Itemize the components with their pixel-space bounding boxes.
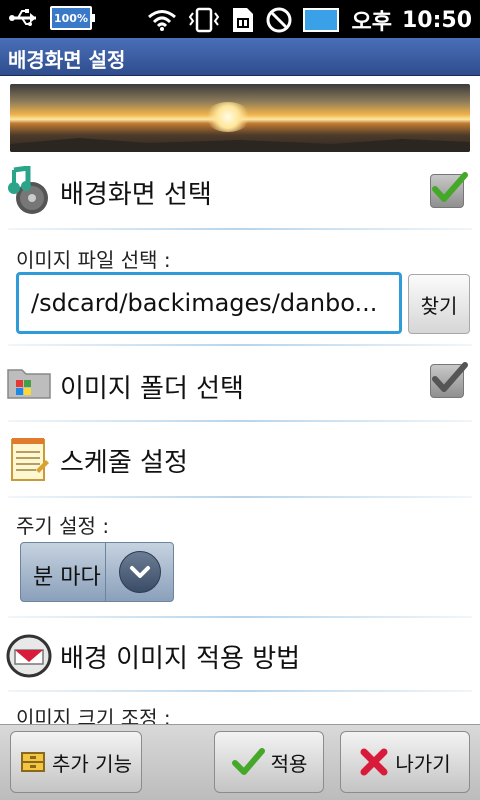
battery-icon <box>303 7 341 33</box>
divider <box>8 690 472 692</box>
image-resize-label: 이미지 크기 조정 : <box>16 706 171 724</box>
image-folder-select-checkbox[interactable] <box>430 362 468 398</box>
title-bar: 배경화면 설정 <box>0 38 480 76</box>
battery-label: 100% <box>54 11 88 25</box>
settings-list[interactable]: 배경화면 선택 이미지 파일 선택 : /sdcard/backimages/d… <box>0 76 480 724</box>
status-bar: 100% 오후 10:50 <box>0 0 480 38</box>
usb-icon <box>8 7 42 29</box>
divider <box>8 420 472 422</box>
image-folder-select-label: 이미지 폴더 선택 <box>60 374 244 404</box>
vibrate-icon <box>187 7 221 33</box>
exit-button[interactable]: 나가기 <box>340 731 470 793</box>
clock: 10:50 <box>401 7 472 33</box>
interval-label: 주기 설정 : <box>16 514 110 538</box>
divider <box>8 496 472 498</box>
ampm-label: 오후 <box>351 10 392 35</box>
bottom-action-bar: 추가 기능 적용 나가기 <box>0 724 480 800</box>
image-folder-select-row[interactable]: 이미지 폴더 선택 <box>0 352 480 416</box>
more-features-button[interactable]: 추가 기능 <box>10 731 142 793</box>
apply-method-label: 배경 이미지 적용 방법 <box>60 644 301 674</box>
interval-spinner[interactable]: 분 마다 <box>20 542 174 602</box>
apply-label: 적용 <box>270 751 308 776</box>
divider <box>8 344 472 346</box>
interval-selected-value: 분 마다 <box>33 565 101 590</box>
apply-method-row[interactable]: 배경 이미지 적용 방법 <box>0 624 480 688</box>
image-file-path-input[interactable]: /sdcard/backimages/danbo... <box>16 272 402 334</box>
close-icon <box>359 747 389 777</box>
divider <box>8 228 472 230</box>
wallpaper-select-row[interactable]: 배경화면 선택 <box>0 160 480 224</box>
exit-label: 나가기 <box>395 751 451 776</box>
notepad-icon <box>6 436 52 482</box>
schedule-row[interactable]: 스케줄 설정 <box>0 428 480 492</box>
wifi-icon <box>147 8 177 32</box>
page-title: 배경화면 설정 <box>8 48 126 72</box>
image-file-label: 이미지 파일 선택 : <box>16 248 171 272</box>
sim-card-icon <box>231 6 255 34</box>
folder-icon <box>6 362 52 408</box>
chevron-down-icon[interactable] <box>119 551 161 593</box>
schedule-label: 스케줄 설정 <box>60 448 188 478</box>
wallpaper-preview-image <box>10 84 470 152</box>
music-note-icon <box>6 165 52 214</box>
no-signal-icon <box>265 6 293 34</box>
find-button[interactable]: 찾기 <box>408 274 470 334</box>
more-features-label: 추가 기능 <box>52 751 132 776</box>
apply-button[interactable]: 적용 <box>214 731 324 793</box>
wallpaper-select-label: 배경화면 선택 <box>60 180 212 210</box>
wallpaper-select-checkbox[interactable] <box>430 172 468 208</box>
mail-icon <box>6 632 52 678</box>
check-icon <box>231 747 265 777</box>
divider <box>8 616 472 618</box>
drawer-icon <box>20 750 46 774</box>
battery-status-icon: 100% <box>50 6 95 30</box>
